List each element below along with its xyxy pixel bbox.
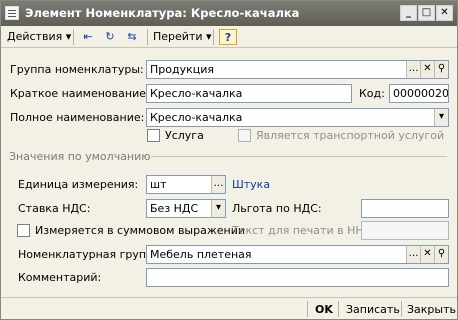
short-name-value: Кресло-качалка	[150, 87, 243, 100]
vat-benefit-field[interactable]	[361, 199, 449, 218]
sum-measure-checkbox[interactable]	[17, 224, 30, 237]
unit-label: Единица измерения:	[18, 178, 139, 191]
unit-field[interactable]: шт …	[146, 175, 226, 194]
comment-field[interactable]	[146, 268, 449, 287]
comment-label: Комментарий:	[18, 271, 102, 284]
dropdown-arrow-icon[interactable]: ▾	[434, 109, 448, 126]
select-dots-icon[interactable]: …	[406, 246, 420, 263]
search-icon[interactable]: ⚲	[434, 246, 448, 263]
vat-benefit-label: Льгота по НДС:	[232, 202, 322, 215]
print-text-label: Текст для печати в НН:	[232, 224, 368, 237]
maximize-button[interactable]: □	[418, 5, 435, 21]
toolbar-separator	[73, 29, 74, 45]
print-text-field[interactable]	[361, 221, 449, 240]
arrow-left-icon[interactable]: ⇤	[79, 29, 97, 45]
code-label: Код:	[359, 87, 385, 100]
full-name-label: Полное наименование:	[10, 111, 145, 124]
clear-icon[interactable]: ✕	[420, 61, 434, 78]
transport-service-label: Является транспортной услугой	[256, 129, 445, 142]
footer-separator	[338, 301, 339, 317]
window-title: Элемент Номенклатура: Кресло-качалка	[25, 6, 300, 20]
vat-rate-value: Без НДС	[150, 202, 199, 215]
vat-rate-field[interactable]: Без НДС ▾	[146, 199, 226, 218]
actions-menu[interactable]: Действия ▾	[7, 30, 71, 43]
footer-separator	[401, 301, 402, 317]
transport-service-checkbox[interactable]	[238, 129, 251, 142]
group-value: Продукция	[150, 63, 214, 76]
close-window-button[interactable]: ✕	[436, 5, 453, 21]
nomenclature-group-label: Номенклатурная группа:	[18, 248, 164, 261]
sum-measure-label: Измеряется в суммовом выражении	[35, 224, 246, 237]
section-divider	[151, 156, 447, 157]
full-name-field[interactable]: Кресло-качалка ▾	[146, 108, 449, 127]
minimize-button[interactable]: _	[400, 5, 417, 21]
footer-separator	[307, 301, 308, 317]
group-field[interactable]: Продукция … ✕ ⚲	[146, 60, 449, 79]
toolbar-separator	[213, 29, 214, 45]
select-dots-icon[interactable]: …	[211, 176, 225, 193]
select-dots-icon[interactable]: …	[406, 61, 420, 78]
service-checkbox[interactable]	[147, 129, 160, 142]
close-button[interactable]: Закрыть	[407, 303, 456, 316]
defaults-section-title: Значения по умолчанию	[9, 150, 151, 163]
help-icon[interactable]: ?	[219, 29, 237, 45]
goto-menu[interactable]: Перейти ▾	[153, 30, 212, 43]
save-button[interactable]: Записать	[346, 303, 400, 316]
short-name-field[interactable]: Кресло-качалка	[146, 84, 352, 103]
nomenclature-group-field[interactable]: Мебель плетеная … ✕ ⚲	[146, 245, 449, 264]
ok-button[interactable]: OK	[315, 303, 333, 316]
short-name-label: Краткое наименование:	[10, 87, 150, 100]
code-field[interactable]: 00000020	[389, 84, 449, 103]
unit-full-name-link[interactable]: Штука	[232, 178, 270, 191]
nomenclature-group-value: Мебель плетеная	[150, 248, 252, 261]
dialog-footer: OK Записать Закрыть	[1, 297, 457, 319]
document-icon	[5, 6, 19, 20]
toolbar: Действия ▾ ⇤ ↻ ⇆ Перейти ▾ ?	[1, 26, 457, 48]
copy-arrow-icon[interactable]: ⇆	[123, 29, 141, 45]
title-bar[interactable]: Элемент Номенклатура: Кресло-качалка _ □…	[1, 1, 457, 26]
group-label: Группа номенклатуры:	[10, 63, 144, 76]
vat-rate-label: Ставка НДС:	[18, 202, 91, 215]
unit-value: шт	[150, 178, 167, 191]
code-value: 00000020	[393, 87, 449, 100]
dialog-window: Элемент Номенклатура: Кресло-качалка _ □…	[0, 0, 458, 320]
search-icon[interactable]: ⚲	[434, 61, 448, 78]
full-name-value: Кресло-качалка	[150, 111, 243, 124]
dropdown-arrow-icon[interactable]: ▾	[211, 200, 225, 217]
toolbar-separator	[147, 29, 148, 45]
refresh-icon[interactable]: ↻	[101, 29, 119, 45]
clear-icon[interactable]: ✕	[420, 246, 434, 263]
service-label: Услуга	[165, 129, 204, 142]
